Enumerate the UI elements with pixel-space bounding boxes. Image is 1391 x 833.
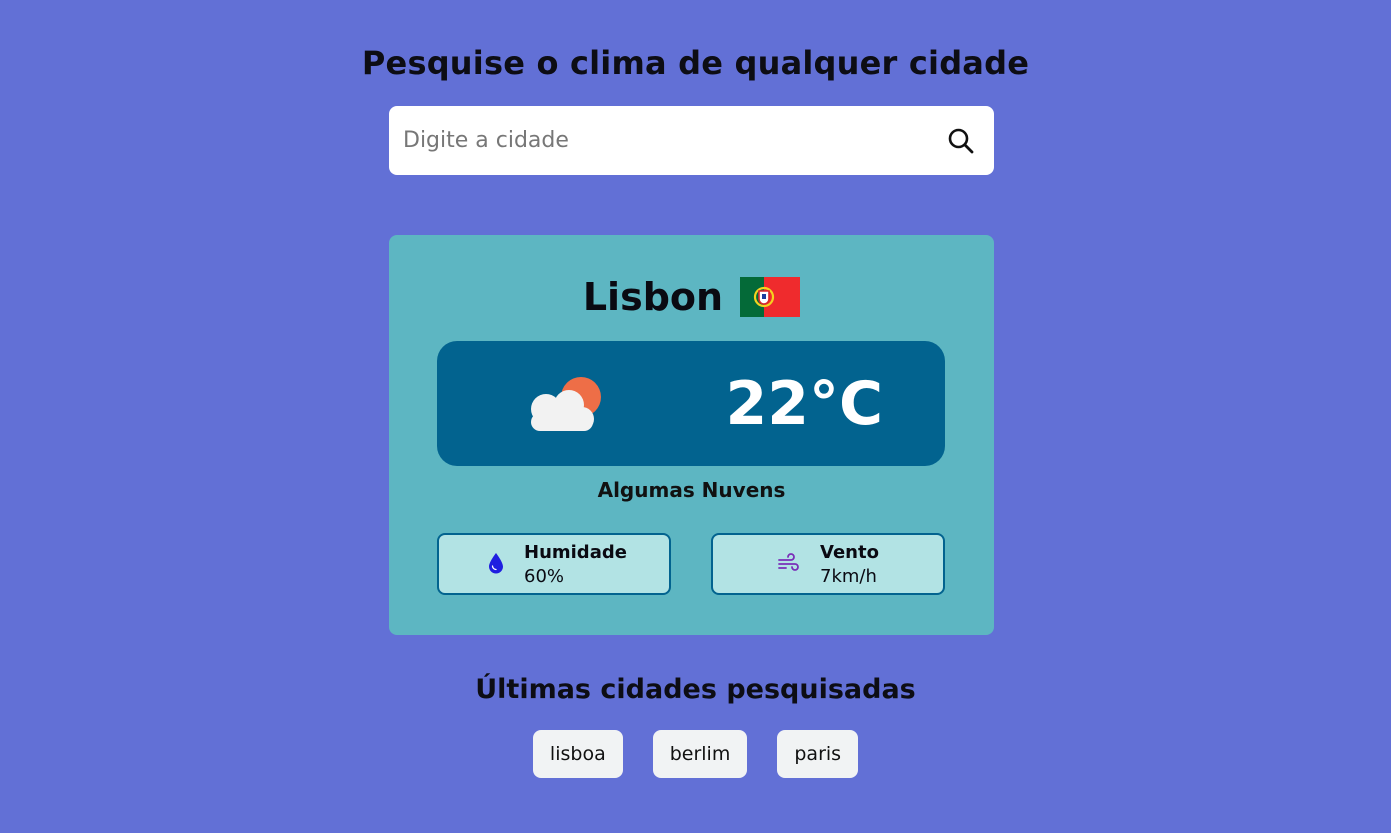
history-city-berlim[interactable]: berlim	[652, 730, 748, 778]
history-title: Últimas cidades pesquisadas	[475, 674, 916, 705]
city-search-input[interactable]	[403, 106, 923, 175]
wind-text: Vento 7km/h	[820, 541, 879, 589]
temperature-panel: 22°C	[437, 341, 945, 466]
portugal-flag-icon	[740, 277, 801, 317]
wind-icon	[778, 553, 799, 571]
search-box	[389, 106, 994, 175]
partly-cloudy-icon	[531, 377, 601, 431]
search-icon	[948, 128, 974, 154]
history-list: lisboa berlim paris	[0, 730, 1391, 778]
wind-value: 7km/h	[820, 566, 877, 587]
temperature-value: 22°C	[725, 369, 883, 439]
city-name: Lisbon	[582, 275, 724, 319]
weather-card: Lisbon 22°C Algumas Nuvens Humidade 60% …	[389, 235, 994, 635]
search-button[interactable]	[946, 126, 976, 156]
page-title: Pesquise o clima de qualquer cidade	[361, 44, 1030, 82]
wind-label: Vento	[820, 542, 879, 563]
weather-description: Algumas Nuvens	[597, 478, 786, 502]
history-city-lisboa[interactable]: lisboa	[532, 730, 623, 778]
city-heading: Lisbon	[389, 275, 994, 321]
water-drop-icon	[489, 553, 503, 574]
humidity-value: 60%	[524, 566, 565, 587]
humidity-text: Humidade 60%	[524, 541, 627, 589]
history-city-paris[interactable]: paris	[777, 730, 859, 778]
humidity-box: Humidade 60%	[437, 533, 671, 595]
humidity-label: Humidade	[524, 542, 627, 563]
wind-box: Vento 7km/h	[711, 533, 945, 595]
